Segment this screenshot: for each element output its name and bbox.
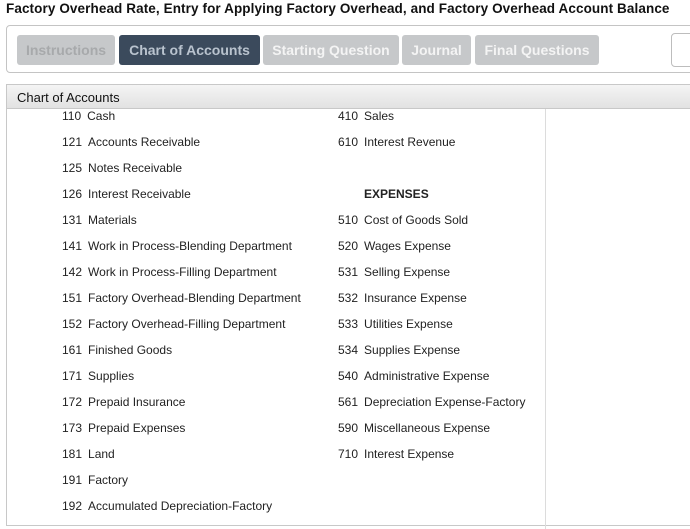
account-name: Work in Process-Blending Department <box>88 239 292 253</box>
account-name: Factory Overhead-Blending Department <box>88 291 301 305</box>
account-row: 534 Supplies Expense <box>338 343 460 357</box>
account-row: 531 Selling Expense <box>338 265 450 279</box>
column-divider <box>545 109 546 529</box>
account-row: 125 Notes Receivable <box>62 161 182 175</box>
account-number: 510 <box>338 213 359 227</box>
account-number: 410 <box>338 109 359 123</box>
account-row: 561 Depreciation Expense-Factory <box>338 395 525 409</box>
expenses-heading: EXPENSES <box>364 187 429 201</box>
account-number: 126 <box>62 187 83 201</box>
toolbar-button[interactable] <box>671 33 690 67</box>
account-name: Sales <box>364 109 395 123</box>
account-name: Factory Overhead-Filling Department <box>88 317 286 331</box>
account-row: 142 Work in Process-Filling Department <box>62 265 277 279</box>
account-row: 152 Factory Overhead-Filling Department <box>62 317 285 331</box>
account-row: 110 Cash <box>62 109 115 123</box>
account-name: Depreciation Expense-Factory <box>364 395 526 409</box>
account-name: Materials <box>88 213 137 227</box>
account-number: 191 <box>62 473 83 487</box>
panel-title: Chart of Accounts <box>17 90 120 105</box>
account-row: 520 Wages Expense <box>338 239 451 253</box>
account-number: 151 <box>62 291 83 305</box>
account-number: 533 <box>338 317 359 331</box>
account-name: Accounts Receivable <box>88 135 201 149</box>
account-number: 192 <box>62 499 83 513</box>
account-number: 172 <box>62 395 83 409</box>
account-name: Administrative Expense <box>364 369 490 383</box>
account-row: 192 Accumulated Depreciation-Factory <box>62 499 272 513</box>
account-number: 181 <box>62 447 83 461</box>
account-row: 590 Miscellaneous Expense <box>338 421 490 435</box>
account-number: 540 <box>338 369 359 383</box>
account-name: Prepaid Insurance <box>88 395 186 409</box>
account-number: 152 <box>62 317 83 331</box>
account-row: 151 Factory Overhead-Blending Department <box>62 291 301 305</box>
account-row: 173 Prepaid Expenses <box>62 421 185 435</box>
account-number: 590 <box>338 421 359 435</box>
account-name: Accumulated Depreciation-Factory <box>88 499 273 513</box>
account-name: Land <box>88 447 115 461</box>
account-row: 161 Finished Goods <box>62 343 172 357</box>
account-name: Prepaid Expenses <box>88 421 186 435</box>
account-row: 121 Accounts Receivable <box>62 135 200 149</box>
account-row: 171 Supplies <box>62 369 134 383</box>
account-number: 532 <box>338 291 359 305</box>
tab-chart-of-accounts[interactable]: Chart of Accounts <box>119 35 260 65</box>
account-name: Cost of Goods Sold <box>364 213 469 227</box>
account-number: 173 <box>62 421 83 435</box>
account-name: Notes Receivable <box>88 161 183 175</box>
account-row: 610 Interest Revenue <box>338 135 455 149</box>
account-name: Cash <box>87 109 116 123</box>
tab-final-questions[interactable]: Final Questions <box>475 35 599 65</box>
account-name: Interest Expense <box>364 447 455 461</box>
account-name: Insurance Expense <box>364 291 467 305</box>
account-name: Interest Revenue <box>364 135 456 149</box>
account-row: 533 Utilities Expense <box>338 317 453 331</box>
account-name: Miscellaneous Expense <box>364 421 491 435</box>
account-number: 161 <box>62 343 83 357</box>
account-name: Supplies <box>88 369 135 383</box>
account-row: 532 Insurance Expense <box>338 291 467 305</box>
account-row: 410 Sales <box>338 109 394 123</box>
account-number: 121 <box>62 135 83 149</box>
account-number: 710 <box>338 447 359 461</box>
account-number: 125 <box>62 161 83 175</box>
account-number: 171 <box>62 369 83 383</box>
page-title: Factory Overhead Rate, Entry for Applyin… <box>6 1 670 16</box>
account-name: Factory <box>88 473 129 487</box>
account-number: 610 <box>338 135 359 149</box>
account-name: Utilities Expense <box>364 317 453 331</box>
account-number: 131 <box>62 213 83 227</box>
account-name: Interest Receivable <box>88 187 191 201</box>
tab-bar: Instructions Chart of Accounts Starting … <box>6 25 690 73</box>
account-number: 141 <box>62 239 83 253</box>
panel-header: Chart of Accounts <box>7 85 690 109</box>
account-row: 131 Materials <box>62 213 137 227</box>
account-row: 710 Interest Expense <box>338 447 454 461</box>
tab-journal[interactable]: Journal <box>402 35 471 65</box>
account-number: 142 <box>62 265 83 279</box>
chart-of-accounts-panel: Chart of Accounts 110 Cash 121 Accounts Rec… <box>6 84 690 529</box>
account-row: 126 Interest Receivable <box>62 187 191 201</box>
account-row: 141 Work in Process-Blending Department <box>62 239 292 253</box>
account-name: Finished Goods <box>88 343 173 357</box>
account-name: Supplies Expense <box>364 343 461 357</box>
account-row: 510 Cost of Goods Sold <box>338 213 468 227</box>
tab-instructions[interactable]: Instructions <box>17 35 115 65</box>
account-row: 172 Prepaid Insurance <box>62 395 185 409</box>
tab-starting-question[interactable]: Starting Question <box>263 35 399 65</box>
account-name: Work in Process-Filling Department <box>88 265 277 279</box>
account-number: 561 <box>338 395 359 409</box>
account-row: 540 Administrative Expense <box>338 369 489 383</box>
account-number: 531 <box>338 265 359 279</box>
account-number: 110 <box>62 109 82 123</box>
account-row: 181 Land <box>62 447 115 461</box>
account-number: 520 <box>338 239 359 253</box>
account-name: Wages Expense <box>364 239 451 253</box>
account-number: 534 <box>338 343 359 357</box>
account-row: 191 Factory <box>62 473 128 487</box>
account-name: Selling Expense <box>364 265 451 279</box>
